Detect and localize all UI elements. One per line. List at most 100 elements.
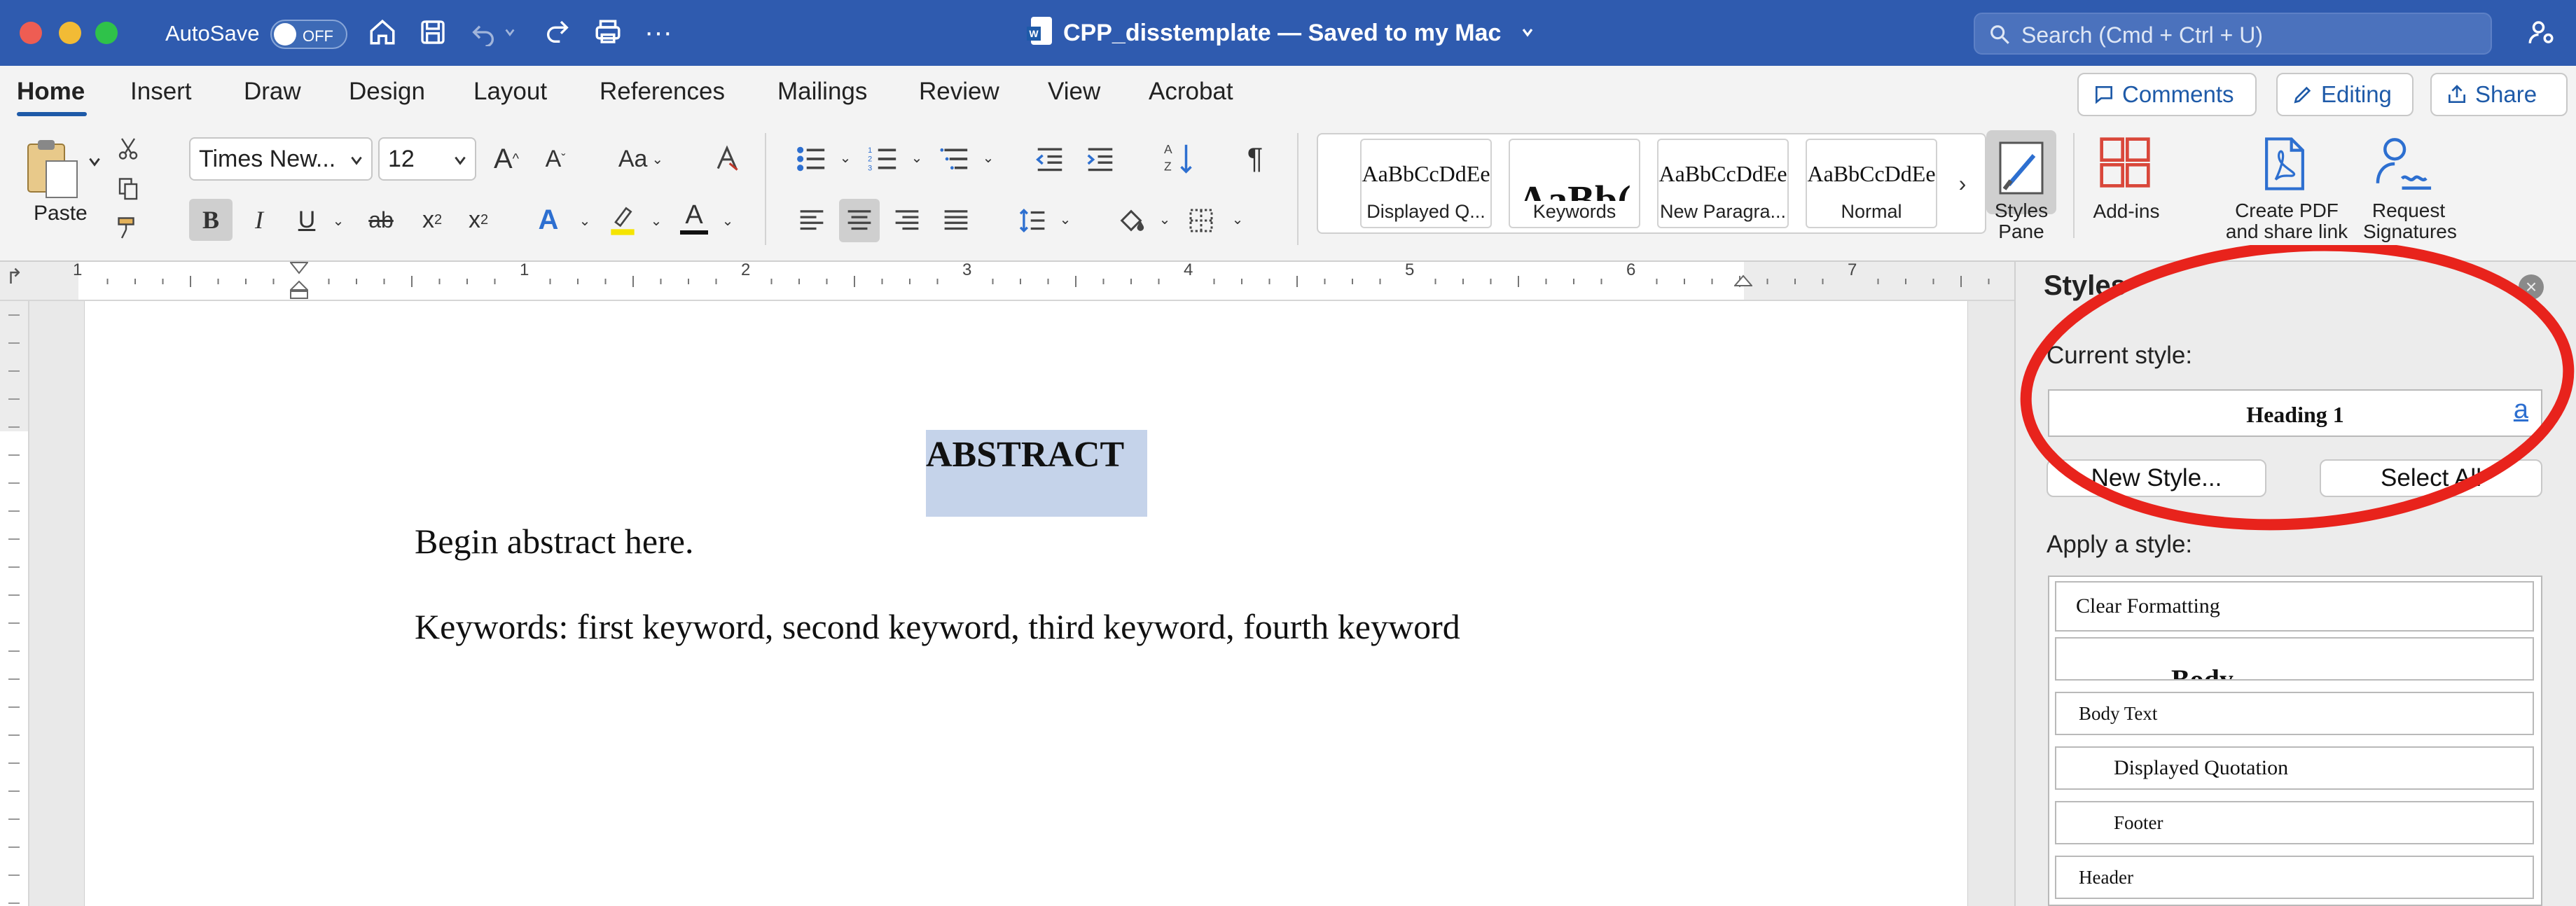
undo-dropdown-chevron-icon[interactable] [500,15,520,49]
justify-icon[interactable] [939,202,974,239]
text-effects-button[interactable]: A [529,199,567,241]
tab-design[interactable]: Design [349,78,425,106]
request-signatures-icon[interactable] [2373,134,2436,193]
minimize-window-button[interactable] [59,22,81,44]
keywords-paragraph[interactable]: Keywords: first keyword, second keyword,… [415,606,1460,647]
autosave-toggle[interactable]: OFF [270,20,347,49]
borders-icon[interactable] [1184,202,1219,239]
editing-button[interactable]: Editing [2276,73,2414,116]
tab-review[interactable]: Review [919,78,999,106]
more-commands-icon[interactable]: ··· [642,15,675,49]
bullets-icon[interactable] [794,140,829,178]
shading-icon[interactable] [1114,202,1149,239]
document-title[interactable]: CPP_disstemplate — Saved to my Mac [1063,20,1501,47]
highlight-icon[interactable] [604,199,642,241]
cut-icon[interactable] [112,133,144,165]
redo-icon[interactable] [541,15,574,49]
gallery-next-chevron-icon[interactable]: › [1948,168,1976,199]
title-dropdown-chevron-icon[interactable] [1517,15,1538,49]
decrease-indent-icon[interactable] [1032,140,1067,178]
pilcrow-icon[interactable]: ¶ [1240,139,1270,178]
line-spacing-icon[interactable] [1016,202,1051,239]
home-icon[interactable] [366,15,399,49]
increase-indent-icon[interactable] [1083,140,1118,178]
tab-draw[interactable]: Draw [244,78,301,106]
chevron-down-icon[interactable]: ⌄ [908,147,926,168]
align-center-icon[interactable] [839,199,880,242]
tab-mailings[interactable]: Mailings [777,78,867,106]
tab-references[interactable]: References [600,78,725,106]
style-new-paragraph[interactable]: AaBbCcDdEe New Paragra... [1657,139,1789,228]
horizontal-ruler[interactable] [0,262,2017,301]
underline-dropdown-chevron-icon[interactable]: ⌄ [328,210,349,231]
print-icon[interactable] [591,15,625,49]
account-icon[interactable] [2524,15,2558,49]
create-pdf-icon[interactable] [2257,134,2315,193]
chevron-down-icon[interactable]: ⌄ [1228,209,1247,230]
save-icon[interactable] [416,15,450,49]
tab-home[interactable]: Home [17,78,85,106]
change-case-button[interactable]: Aa ⌄ [609,140,672,178]
tab-insert[interactable]: Insert [130,78,192,106]
style-footer[interactable]: Footer [2055,801,2534,844]
chevron-down-icon [351,156,362,165]
chevron-down-icon[interactable]: ⌄ [979,147,997,168]
share-button[interactable]: Share [2430,73,2568,116]
document-page[interactable] [84,301,1968,906]
abstract-heading[interactable]: ABSTRACT [926,434,1124,475]
paste-label: Paste [34,202,88,225]
styles-pane-label: Styles Pane [1994,200,2049,242]
font-color-swatch [680,230,708,235]
tab-layout[interactable]: Layout [473,78,547,106]
tab-selector-icon[interactable]: ↱ [6,265,23,289]
align-right-icon[interactable] [889,202,925,239]
paste-button[interactable] [24,136,83,200]
style-displayed-quotation[interactable]: AaBbCcDdEe Displayed Q... [1360,139,1492,228]
tab-view[interactable]: View [1048,78,1100,106]
format-painter-icon[interactable] [112,211,144,244]
text-effects-dropdown-chevron-icon[interactable]: ⌄ [574,210,595,231]
sort-icon[interactable]: AZ [1161,137,1196,179]
font-size-select[interactable]: 12 [378,137,476,181]
style-body[interactable]: Body [2055,637,2534,681]
zoom-window-button[interactable] [95,22,118,44]
multilevel-list-icon[interactable] [937,140,972,178]
style-header[interactable]: Header [2055,856,2534,899]
style-body-text[interactable]: Body Text [2055,692,2534,735]
left-indent-marker[interactable] [289,280,310,301]
style-displayed-quotation[interactable]: Displayed Quotation [2055,746,2534,790]
close-window-button[interactable] [20,22,42,44]
vertical-ruler[interactable] [0,301,29,906]
share-label: Share [2475,81,2537,107]
chevron-down-icon[interactable]: ⌄ [836,147,854,168]
abstract-body[interactable]: Begin abstract here. [415,521,693,562]
copy-icon[interactable] [112,172,144,204]
numbering-icon[interactable]: 123 [866,140,901,178]
shrink-font-icon[interactable]: Aˇ [536,140,574,178]
font-name-select[interactable]: Times New... [189,137,373,181]
tab-acrobat[interactable]: Acrobat [1149,78,1233,106]
comments-button[interactable]: Comments [2077,73,2257,116]
chevron-down-icon[interactable]: ⌄ [1056,209,1074,230]
subscript-button[interactable]: x2 [413,199,451,241]
right-indent-marker[interactable] [1733,274,1754,295]
grow-font-icon[interactable]: A ^ [487,140,525,178]
style-keywords[interactable]: AaBb( Keywords [1509,139,1640,228]
strikethrough-button[interactable]: ab [360,199,402,241]
align-left-icon[interactable] [794,202,829,239]
clear-formatting-icon[interactable] [706,137,748,179]
paste-dropdown-chevron-icon[interactable] [87,154,104,171]
bold-button[interactable]: B [189,199,233,241]
superscript-button[interactable]: x2 [459,199,497,241]
undo-icon[interactable] [466,15,500,49]
search-box[interactable]: Search (Cmd + Ctrl + U) [1974,13,2492,55]
add-ins-icon[interactable] [2097,134,2153,190]
italic-button[interactable]: I [241,199,277,241]
superscript-label: x [468,206,480,233]
font-color-button[interactable]: A [675,196,713,238]
font-color-dropdown-chevron-icon[interactable]: ⌄ [717,210,738,231]
underline-button[interactable]: U [289,199,325,241]
style-normal[interactable]: AaBbCcDdEe Normal [1806,139,1937,228]
highlight-dropdown-chevron-icon[interactable]: ⌄ [646,210,667,231]
chevron-down-icon[interactable]: ⌄ [1156,209,1174,230]
